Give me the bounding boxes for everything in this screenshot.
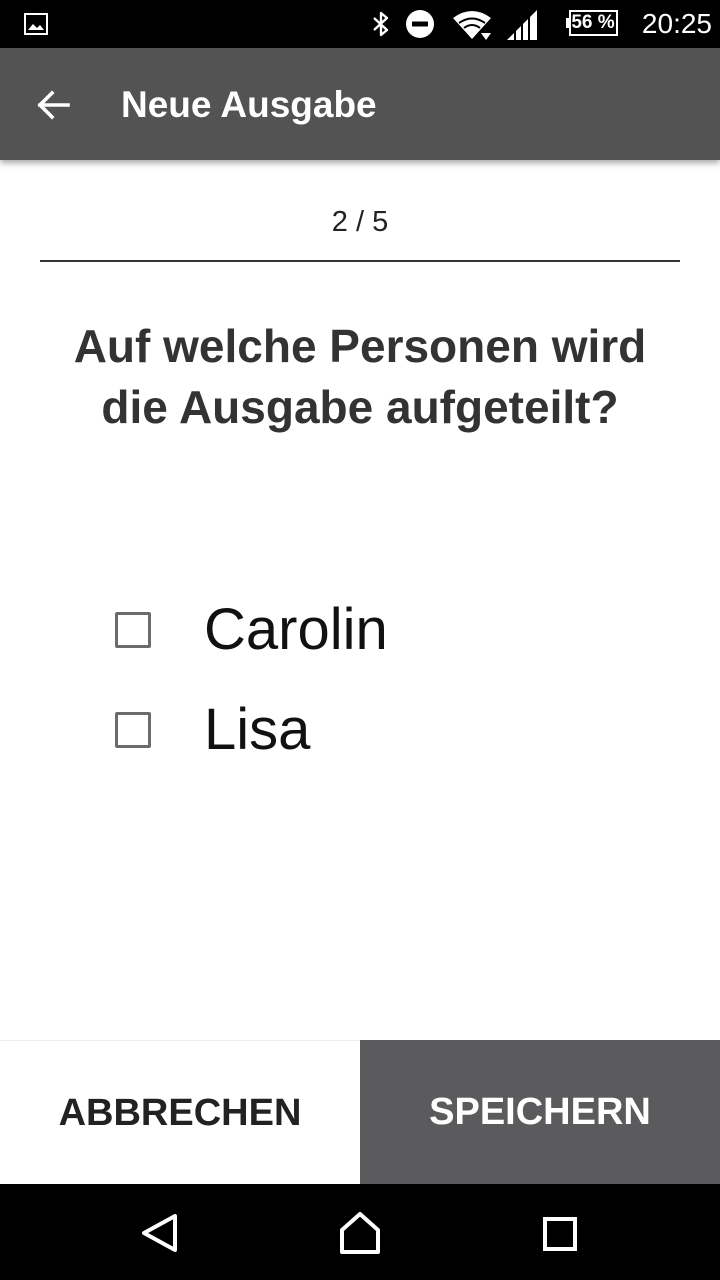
save-button[interactable]: SPEICHERN <box>360 1040 720 1184</box>
battery-percent: 56 % <box>571 12 615 33</box>
do-not-disturb-icon <box>406 10 434 38</box>
action-bar: ABBRECHEN SPEICHERN <box>0 1040 720 1184</box>
arrow-left-icon <box>37 90 70 120</box>
person-checkbox-row[interactable]: Carolin <box>100 586 620 674</box>
divider <box>40 260 680 262</box>
nav-back-icon[interactable] <box>130 1202 190 1262</box>
navigation-bar <box>0 1184 720 1280</box>
nav-recents-icon[interactable] <box>530 1202 590 1262</box>
person-checkbox[interactable] <box>115 612 151 648</box>
bluetooth-icon <box>373 11 389 37</box>
clock: 20:25 <box>641 8 712 39</box>
status-bar: 56 % 20:25 <box>0 0 720 48</box>
app-toolbar: Neue Ausgabe <box>0 48 720 160</box>
back-button[interactable] <box>20 76 76 132</box>
person-name: Lisa <box>204 697 311 762</box>
wifi-icon <box>453 11 491 40</box>
signal-icon <box>507 10 537 40</box>
gallery-notification-icon <box>24 13 48 35</box>
step-indicator: 2 / 5 <box>331 206 389 238</box>
toolbar-title: Neue Ausgabe <box>121 84 377 125</box>
person-checkbox-row[interactable]: Lisa <box>100 686 620 774</box>
question-heading: Auf welche Personen wird die Ausgabe auf… <box>73 320 647 433</box>
screen: 56 % 20:25 Neue Ausgabe 2 / 5 Auf welche… <box>0 0 720 1280</box>
cancel-button[interactable]: ABBRECHEN <box>0 1040 360 1184</box>
nav-home-icon[interactable] <box>330 1202 390 1262</box>
person-name: Carolin <box>204 597 388 662</box>
person-checkbox[interactable] <box>115 712 151 748</box>
